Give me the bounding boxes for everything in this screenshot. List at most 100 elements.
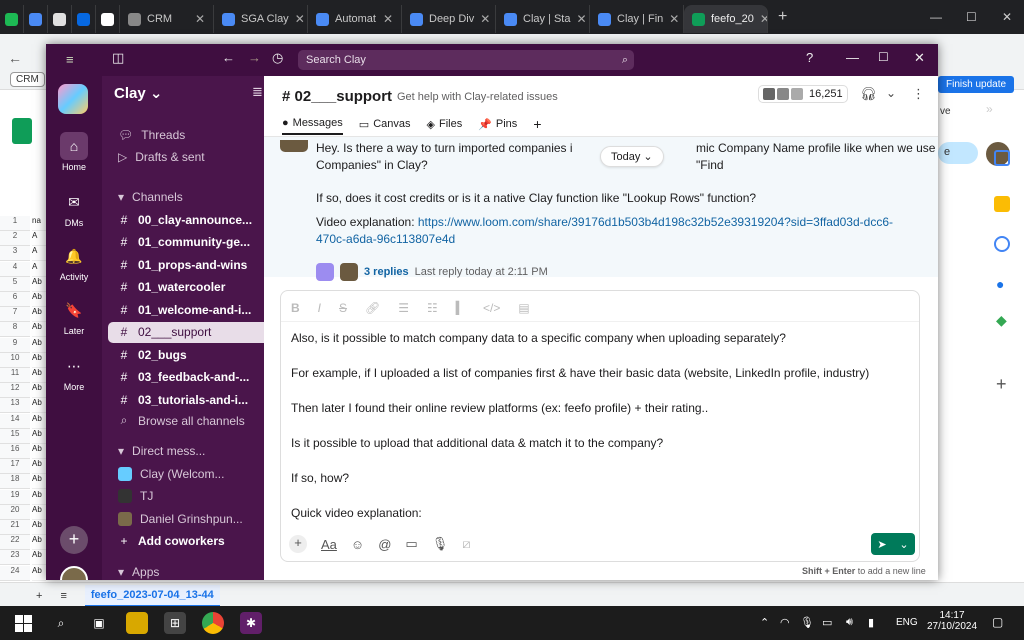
cell[interactable]: Ab	[32, 307, 46, 323]
new-tab-button[interactable]: +	[778, 8, 787, 26]
row-number[interactable]: 17	[0, 459, 30, 475]
emoji-icon[interactable]: ☺	[351, 537, 364, 552]
close-tab-icon[interactable]: ✕	[295, 12, 305, 26]
menu-icon[interactable]: ≡	[66, 52, 74, 67]
close-tab-icon[interactable]: ✕	[480, 12, 490, 26]
tab-canvas[interactable]: ▭ Canvas	[359, 118, 411, 135]
date-divider-badge[interactable]: Today ⌄	[600, 146, 664, 167]
cell[interactable]: Ab	[32, 566, 46, 581]
bold-icon[interactable]: B	[291, 301, 300, 315]
browser-tab[interactable]: Clay | Fin ✕	[590, 5, 684, 33]
row-number[interactable]: 14	[0, 413, 30, 429]
cell[interactable]: Ab	[32, 429, 46, 444]
file-explorer-icon[interactable]	[126, 612, 148, 634]
forward-icon[interactable]: →	[248, 50, 261, 65]
browser-tab[interactable]: feefo_20 ✕	[684, 5, 768, 33]
row-number[interactable]: 18	[0, 474, 30, 490]
search-icon[interactable]: ⌕	[50, 612, 72, 634]
italic-icon[interactable]: I	[318, 301, 321, 315]
shortcuts-icon[interactable]: ⧄	[462, 536, 470, 552]
finish-update-button[interactable]: Finish update	[938, 76, 1015, 93]
add-sheet-icon[interactable]: +	[36, 590, 42, 602]
rail-activity[interactable]: 🔔 Activity	[56, 242, 92, 283]
maps-side-icon[interactable]: ◆	[996, 312, 1007, 329]
cell[interactable]: Ab	[32, 444, 46, 459]
row-number[interactable]: 16	[0, 444, 30, 459]
slack-app-icon[interactable]: ✱	[240, 612, 262, 634]
row-number[interactable]: 2	[0, 231, 30, 247]
thread-replies[interactable]: 3 replies Last reply today at 2:11 PM	[316, 263, 548, 281]
workspace-name[interactable]: Clay ⌄	[114, 84, 162, 102]
row-number[interactable]: 23	[0, 550, 30, 566]
tray-up-icon[interactable]: ⌃	[760, 616, 769, 629]
cell[interactable]: Ab	[32, 520, 46, 535]
battery-icon[interactable]: ▮	[868, 616, 874, 629]
language-indicator[interactable]: ENG	[896, 617, 918, 628]
reply-count[interactable]: 3 replies	[364, 266, 409, 278]
calendar-side-icon[interactable]	[994, 150, 1010, 166]
keep-side-icon[interactable]	[994, 196, 1010, 212]
contacts-side-icon[interactable]: ●	[996, 276, 1004, 292]
sidebar-toggle-icon[interactable]: ◫	[112, 50, 124, 66]
row-number[interactable]: 1	[0, 216, 30, 231]
link-icon[interactable]: 🔗︎	[365, 301, 380, 315]
cell[interactable]: Ab	[32, 277, 46, 292]
browser-tab[interactable]: CRM ✕	[120, 5, 214, 33]
mention-icon[interactable]: @	[378, 537, 391, 552]
add-tab-button[interactable]: +	[533, 116, 541, 136]
browser-tab[interactable]	[24, 5, 48, 33]
cell[interactable]: Ab	[32, 353, 46, 368]
row-number[interactable]: 13	[0, 398, 30, 414]
cell[interactable]: Ab	[32, 368, 46, 383]
window-maximize-icon[interactable]: ☐	[966, 10, 977, 24]
network-icon[interactable]: ▭	[822, 616, 832, 629]
cell[interactable]: Ab	[32, 292, 46, 307]
back-icon[interactable]: ←	[222, 50, 235, 65]
close-tab-icon[interactable]: ✕	[577, 12, 587, 26]
row-number[interactable]: 3	[0, 246, 30, 262]
row-number[interactable]: 10	[0, 352, 30, 368]
browser-tab[interactable]	[48, 5, 72, 33]
numbered-list-icon[interactable]: ☰	[398, 301, 409, 315]
row-number[interactable]: 7	[0, 307, 30, 323]
browser-tab[interactable]: Clay | Sta ✕	[496, 5, 590, 33]
member-count-button[interactable]: 16,251	[758, 85, 848, 103]
cell[interactable]: Ab	[32, 383, 46, 399]
cell[interactable]: Ab	[32, 322, 46, 338]
browser-tab[interactable]	[0, 5, 24, 33]
browser-tab[interactable]: SGA Clay ✕	[214, 5, 308, 33]
close-tab-icon[interactable]: ✕	[195, 12, 205, 26]
volume-icon[interactable]: 🔊︎	[846, 616, 853, 629]
channel-title[interactable]: # 02___support	[282, 88, 392, 105]
row-number[interactable]: 6	[0, 292, 30, 307]
more-options-icon[interactable]: ⋮	[912, 86, 925, 102]
close-tab-icon[interactable]: ✕	[383, 12, 393, 26]
sender-avatar[interactable]	[280, 140, 308, 152]
app-icon[interactable]: ⊞	[164, 612, 186, 634]
back-arrow-icon[interactable]: ←	[8, 50, 22, 66]
attach-plus-icon[interactable]: +	[289, 535, 307, 553]
row-number[interactable]: 5	[0, 276, 30, 292]
rail-later[interactable]: 🔖 Later	[56, 296, 92, 337]
chevron-down-icon[interactable]: ⌄	[886, 86, 896, 100]
history-icon[interactable]: ◷	[272, 50, 283, 66]
help-icon[interactable]: ?	[806, 50, 813, 65]
loom-link[interactable]: https://www.loom.com/share/39176d1b503b4…	[418, 215, 893, 229]
search-input[interactable]: Search Clay ⌕	[298, 50, 634, 70]
browser-tab[interactable]: Automat ✕	[308, 5, 402, 33]
cell[interactable]: A	[32, 262, 46, 277]
add-addon-icon[interactable]: +	[996, 374, 1007, 395]
close-icon[interactable]: ✕	[914, 50, 925, 66]
row-number[interactable]: 20	[0, 504, 30, 520]
row-number[interactable]: 4	[0, 261, 30, 277]
create-new-icon[interactable]: +	[60, 526, 88, 554]
code-block-icon[interactable]: ▤	[518, 301, 529, 315]
quote-icon[interactable]: ▍	[456, 301, 465, 315]
rail-home[interactable]: ⌂ Home	[56, 132, 92, 172]
tab-messages[interactable]: ● Messages	[282, 117, 343, 135]
cell[interactable]: Ab	[32, 535, 46, 551]
browser-tab[interactable]	[72, 5, 96, 33]
workspace-logo[interactable]	[58, 84, 88, 114]
row-number[interactable]: 12	[0, 383, 30, 399]
cell[interactable]: A	[32, 231, 46, 247]
